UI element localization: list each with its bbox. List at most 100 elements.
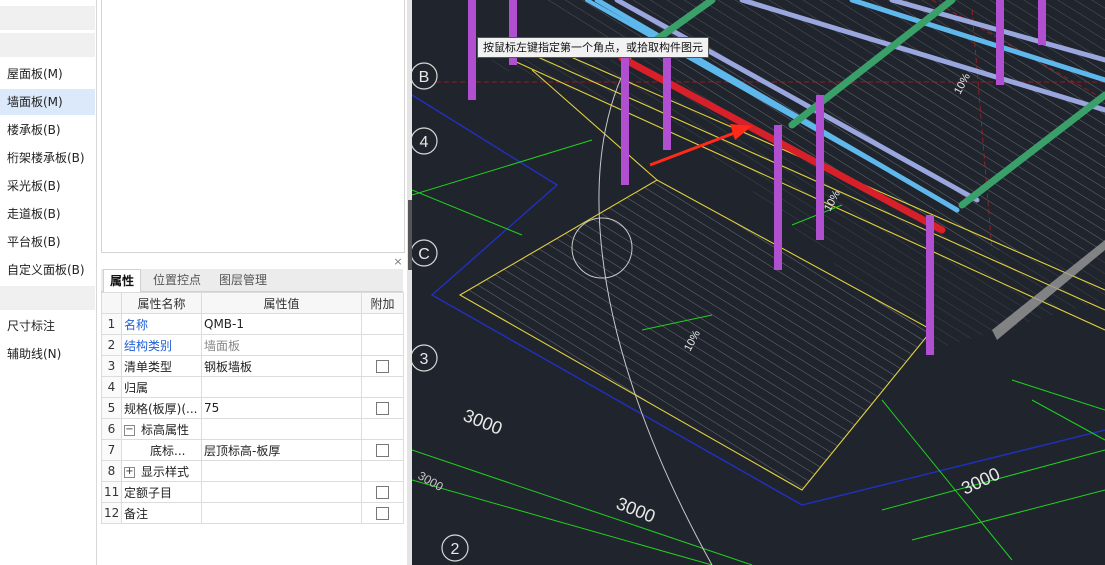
property-name: 备注 [121, 502, 202, 524]
extra-checkbox[interactable] [376, 360, 389, 373]
dimension-label: 3000 [461, 405, 506, 439]
nav-item-auxiliary-line[interactable]: 辅助线(N) [0, 341, 95, 367]
property-extra [361, 397, 404, 419]
property-value[interactable] [201, 418, 362, 440]
command-prompt-tooltip: 按鼠标左键指定第一个角点，或拾取构件图元 [477, 37, 709, 58]
property-name: 底标... [121, 439, 202, 461]
property-name: 清单类型 [121, 355, 202, 377]
extra-checkbox[interactable] [376, 444, 389, 457]
tab-position-handles[interactable]: 位置控点 [147, 269, 207, 291]
property-name-text: 定额子目 [124, 485, 173, 500]
list-group-header [0, 33, 95, 57]
property-value[interactable]: 墙面板 [201, 334, 362, 356]
row-number: 5 [101, 397, 122, 419]
property-name: + 显示样式 [121, 460, 202, 482]
nav-item-wall-panel[interactable]: 墙面板(M) [0, 89, 95, 115]
tab-layer-management[interactable]: 图层管理 [213, 269, 273, 291]
drawing-viewport[interactable]: B 4 C 3 2 3000 3000 3000 3000 10% 10% 10… [412, 0, 1105, 565]
nav-item-floor-deck[interactable]: 楼承板(B) [0, 117, 95, 143]
component-preview-area [101, 0, 405, 253]
property-name-text: 规格(板厚)(... [124, 401, 198, 416]
row-number: 6 [101, 418, 122, 440]
grid-header-name: 属性名称 [121, 292, 202, 314]
property-extra [361, 439, 404, 461]
property-extra [361, 502, 404, 524]
property-row[interactable]: 5 规格(板厚)(... 75 [101, 397, 404, 419]
property-grid: 属性名称 属性值 附加 1 名称 QMB-1 2 结构类别 墙面板 3 清单类型 钢板墙板 4 归属… [101, 292, 404, 524]
property-name-text: 备注 [124, 506, 149, 521]
tab-properties[interactable]: 属性 [103, 269, 142, 292]
property-extra [361, 460, 404, 482]
property-value[interactable] [201, 460, 362, 482]
cad-drawing[interactable]: B 4 C 3 2 3000 3000 3000 3000 10% 10% 10… [412, 0, 1105, 565]
component-list: 屋面板(M) 墙面板(M) 楼承板(B) 桁架楼承板(B) 采光板(B) 走道板… [0, 0, 97, 565]
nav-item-truss-floor-deck[interactable]: 桁架楼承板(B) [0, 145, 95, 171]
close-icon[interactable]: × [393, 256, 403, 267]
row-number: 4 [101, 376, 122, 398]
property-name: 定额子目 [121, 481, 202, 503]
property-name-text: 名称 [124, 317, 149, 332]
property-name: 规格(板厚)(... [121, 397, 202, 419]
nav-item-roof-panel[interactable]: 屋面板(M) [0, 61, 95, 87]
property-row[interactable]: 3 清单类型 钢板墙板 [101, 355, 404, 377]
property-value[interactable] [201, 376, 362, 398]
row-number: 1 [101, 313, 122, 335]
property-extra [361, 334, 404, 356]
property-name-text: 标高属性 [141, 422, 190, 437]
property-row[interactable]: 12 备注 [101, 502, 404, 524]
property-value[interactable]: 钢板墙板 [201, 355, 362, 377]
property-value[interactable]: 层顶标高-板厚 [201, 439, 362, 461]
property-value[interactable]: QMB-1 [201, 313, 362, 335]
property-extra [361, 481, 404, 503]
property-name: − 标高属性 [121, 418, 202, 440]
property-row[interactable]: 6− 标高属性 [101, 418, 404, 440]
property-row[interactable]: 11 定额子目 [101, 481, 404, 503]
grid-header-num [101, 292, 122, 314]
axis-label-b: B [419, 69, 430, 86]
axis-label-4: 4 [420, 134, 429, 151]
panel-tabs: 属性 位置控点 图层管理 [101, 269, 403, 292]
property-row[interactable]: 8 + 显示样式 [101, 460, 404, 482]
nav-item-platform-panel[interactable]: 平台板(B) [0, 229, 95, 255]
nav-item-custom-panel[interactable]: 自定义面板(B) [0, 257, 95, 283]
property-name-text: 清单类型 [124, 359, 173, 374]
property-name-text: 显示样式 [141, 464, 190, 479]
extra-checkbox[interactable] [376, 507, 389, 520]
axis-label-2: 2 [451, 541, 460, 558]
property-value[interactable] [201, 481, 362, 503]
expand-icon[interactable]: + [124, 466, 135, 478]
grid-header-value: 属性值 [201, 292, 362, 314]
grid-header-extra: 附加 [361, 292, 404, 314]
property-row[interactable]: 7 底标... 层顶标高-板厚 [101, 439, 404, 461]
row-number: 12 [101, 502, 122, 524]
property-value[interactable]: 75 [201, 397, 362, 419]
grid-header-row: 属性名称 属性值 附加 [101, 292, 404, 314]
property-name: 名称 [121, 313, 202, 335]
property-name-text: 底标... [150, 443, 186, 458]
axis-label-c: C [418, 246, 430, 263]
row-number: 2 [101, 334, 122, 356]
extra-checkbox[interactable] [376, 402, 389, 415]
extra-checkbox[interactable] [376, 486, 389, 499]
property-row[interactable]: 1 名称 QMB-1 [101, 313, 404, 335]
property-extra [361, 313, 404, 335]
dimension-label: 3000 [958, 464, 1003, 499]
property-row[interactable]: 4 归属 [101, 376, 404, 398]
row-number: 8 [101, 460, 122, 482]
axis-label-3: 3 [420, 351, 429, 368]
property-row[interactable]: 2 结构类别 墙面板 [101, 334, 404, 356]
nav-item-walkway-panel[interactable]: 走道板(B) [0, 201, 95, 227]
property-name-text: 结构类别 [124, 338, 173, 353]
property-name-text: 归属 [124, 380, 149, 395]
list-group-header [0, 6, 95, 30]
property-extra [361, 418, 404, 440]
list-group-header [0, 286, 95, 310]
dimension-label: 3000 [614, 493, 659, 527]
dimension-label-small: 3000 [416, 468, 446, 494]
nav-item-dimension[interactable]: 尺寸标注 [0, 313, 95, 339]
property-value[interactable] [201, 502, 362, 524]
collapse-icon[interactable]: − [124, 424, 135, 436]
property-name: 结构类别 [121, 334, 202, 356]
nav-item-skylight-panel[interactable]: 采光板(B) [0, 173, 95, 199]
row-number: 3 [101, 355, 122, 377]
